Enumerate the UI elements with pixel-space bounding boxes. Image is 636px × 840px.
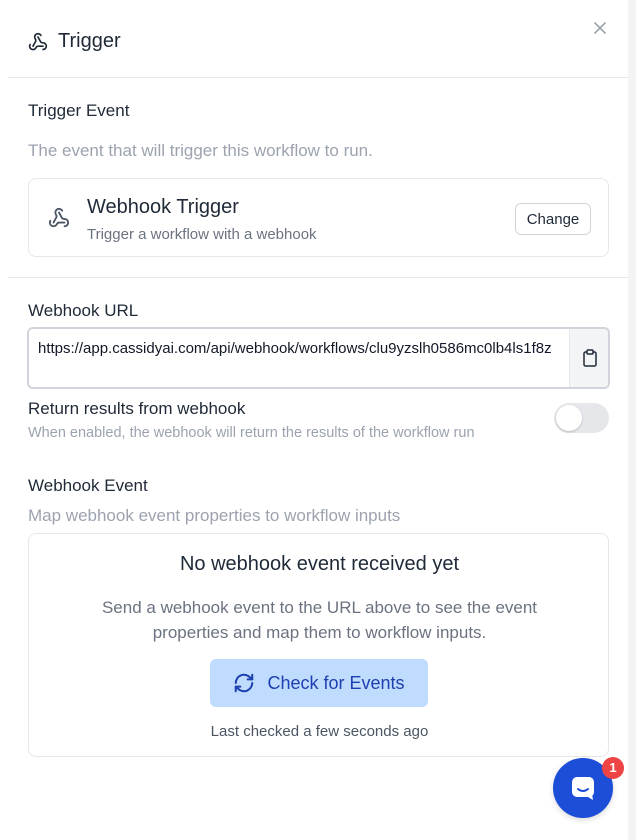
section-divider bbox=[8, 277, 628, 278]
clipboard-icon bbox=[583, 349, 597, 367]
trigger-title: Webhook Trigger bbox=[87, 196, 239, 218]
chat-icon bbox=[572, 777, 594, 800]
webhook-event-description: Map webhook event properties to workflow… bbox=[28, 506, 401, 525]
return-results-label: Return results from webhook bbox=[28, 399, 246, 418]
webhook-url-label: Webhook URL bbox=[28, 301, 139, 320]
trigger-panel: Trigger Trigger Event The event that wil… bbox=[0, 0, 636, 840]
webhook-url-field[interactable]: https://app.cassidyai.com/api/webhook/wo… bbox=[27, 327, 610, 389]
webhook-url-value[interactable]: https://app.cassidyai.com/api/webhook/wo… bbox=[38, 339, 558, 359]
check-for-events-label: Check for Events bbox=[267, 672, 405, 693]
return-results-description: When enabled, the webhook will return th… bbox=[28, 425, 475, 441]
toggle-knob bbox=[556, 405, 582, 431]
webhook-event-card: No webhook event received yet Send a web… bbox=[28, 533, 609, 757]
panel-title: Trigger bbox=[58, 30, 121, 52]
return-results-toggle[interactable] bbox=[554, 403, 609, 433]
webhook-icon bbox=[48, 207, 70, 228]
trigger-event-description: The event that will trigger this workflo… bbox=[28, 141, 373, 160]
trigger-subtitle: Trigger a workflow with a webhook bbox=[87, 226, 317, 243]
trigger-card: Webhook Trigger Trigger a workflow with … bbox=[28, 178, 609, 257]
copy-url-button[interactable] bbox=[569, 329, 608, 387]
empty-state-title: No webhook event received yet bbox=[179, 553, 460, 575]
trigger-event-label: Trigger Event bbox=[28, 101, 130, 120]
refresh-icon bbox=[235, 673, 254, 693]
webhook-event-label: Webhook Event bbox=[28, 476, 148, 495]
background-strip bbox=[628, 0, 636, 840]
close-icon bbox=[594, 22, 606, 34]
notification-badge: 1 bbox=[602, 757, 624, 779]
close-button[interactable] bbox=[590, 18, 610, 38]
panel-header: Trigger bbox=[8, 0, 636, 78]
webhook-icon bbox=[28, 32, 48, 51]
check-for-events-button[interactable]: Check for Events bbox=[210, 659, 428, 707]
change-trigger-button[interactable]: Change bbox=[515, 203, 591, 235]
empty-state-description: Send a webhook event to the URL above to… bbox=[101, 598, 538, 642]
last-checked-text: Last checked a few seconds ago bbox=[210, 723, 429, 740]
